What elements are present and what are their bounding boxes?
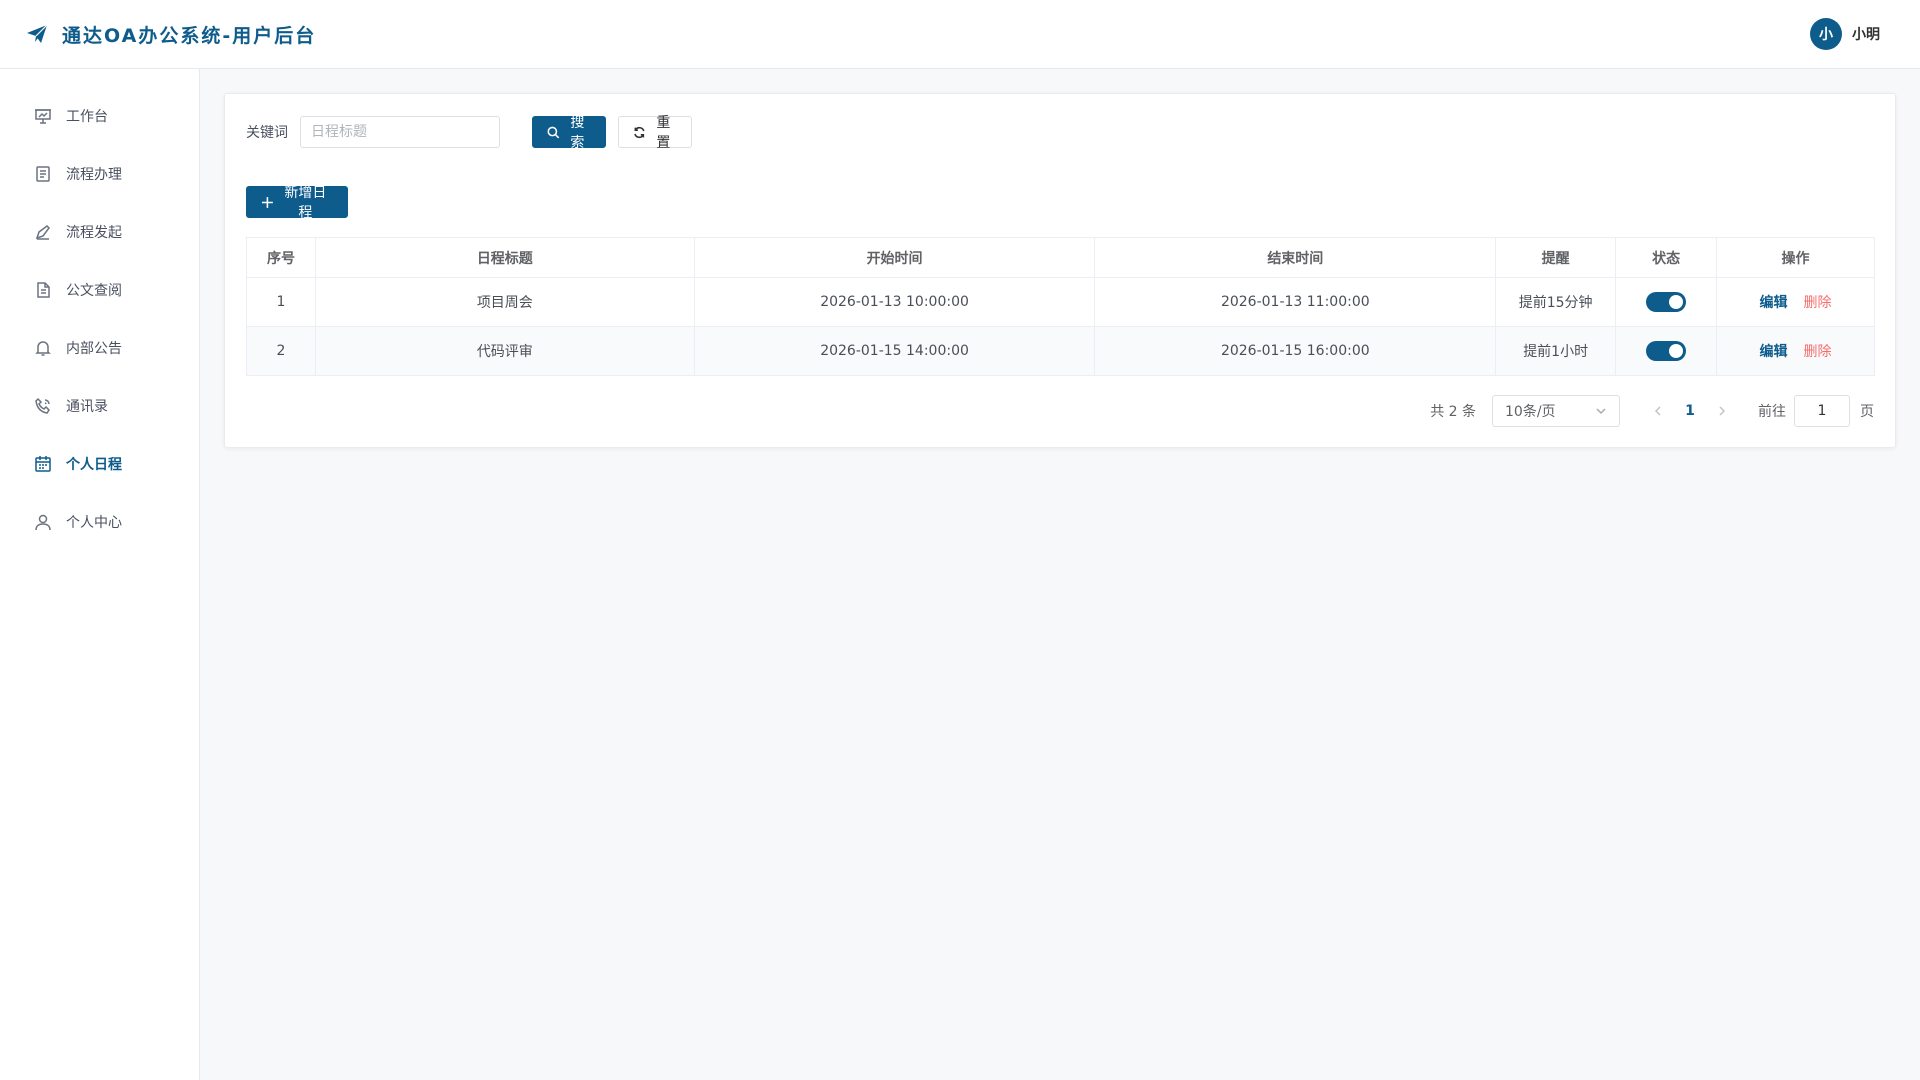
prev-page-button[interactable]	[1644, 395, 1672, 427]
sidebar-item-contacts[interactable]: 通讯录	[0, 377, 199, 435]
cell-end: 2026-01-15 16:00:00	[1094, 326, 1497, 376]
sidebar-item-label: 内部公告	[66, 341, 122, 357]
column-header-actions: 操作	[1716, 237, 1875, 278]
cell-remind: 提前1小时	[1495, 326, 1617, 376]
chevron-left-icon	[1654, 406, 1661, 416]
toggle-knob	[1669, 344, 1684, 358]
bell-icon	[35, 341, 51, 356]
goto-page-input[interactable]	[1794, 395, 1850, 427]
delete-link[interactable]: 删除	[1804, 295, 1832, 311]
sidebar-item-documents[interactable]: 公文查阅	[0, 261, 199, 319]
sidebar-item-label: 个人日程	[66, 457, 122, 473]
sidebar-item-label: 流程发起	[66, 225, 122, 241]
presentation-icon	[35, 109, 51, 124]
top-header: 通达OA办公系统-用户后台 小 小明	[0, 0, 1920, 69]
paper-plane-icon	[27, 24, 48, 43]
sidebar-item-announcements[interactable]: 内部公告	[0, 319, 199, 377]
search-bar: 关键词 搜索 重置	[246, 115, 692, 151]
schedule-table: 序号 日程标题 开始时间 结束时间 提醒 状态 操作 1 项目周会 2026-0…	[246, 237, 1875, 376]
cell-actions: 编辑 删除	[1716, 277, 1875, 327]
page-unit-label: 页	[1860, 404, 1874, 420]
sidebar: 工作台 流程办理 流程发起 公文查阅 内部公告 通讯录 个人日程 个人中心	[0, 69, 200, 1080]
cell-index: 1	[246, 277, 316, 327]
reset-button[interactable]: 重置	[618, 115, 692, 151]
keyword-input[interactable]	[300, 116, 500, 148]
cell-title: 代码评审	[314, 326, 695, 376]
sidebar-item-label: 个人中心	[66, 515, 122, 531]
table-row: 2 代码评审 2026-01-15 14:00:00 2026-01-15 16…	[246, 326, 1875, 376]
page-size-select[interactable]: 10条/页	[1492, 395, 1620, 427]
sidebar-item-workbench[interactable]: 工作台	[0, 87, 199, 145]
search-icon	[547, 126, 560, 138]
user-name[interactable]: 小明	[1852, 24, 1880, 44]
search-button[interactable]: 搜索	[532, 115, 606, 151]
cell-remind: 提前15分钟	[1495, 277, 1617, 327]
pen-icon	[35, 225, 50, 240]
sidebar-item-process-handle[interactable]: 流程办理	[0, 145, 199, 203]
chevron-down-icon	[1596, 408, 1606, 415]
sidebar-item-profile[interactable]: 个人中心	[0, 493, 199, 551]
schedule-card: 关键词 搜索 重置 新增日程 序号 日程标题 开始时间 结束时间 提醒 状态 操…	[224, 93, 1896, 448]
pagination-total: 共 2 条	[1430, 404, 1476, 420]
keyword-label: 关键词	[246, 125, 288, 141]
sidebar-item-label: 流程办理	[66, 167, 122, 183]
column-header-status: 状态	[1615, 237, 1718, 278]
user-icon	[35, 514, 51, 531]
page-size-value: 10条/页	[1505, 404, 1556, 420]
add-schedule-button[interactable]: 新增日程	[246, 185, 348, 221]
edit-link[interactable]: 编辑	[1760, 295, 1788, 311]
chevron-right-icon	[1719, 406, 1726, 416]
add-schedule-label: 新增日程	[284, 185, 327, 221]
sidebar-item-label: 通讯录	[66, 399, 108, 415]
sidebar-item-label: 公文查阅	[66, 283, 122, 299]
cell-index: 2	[246, 326, 316, 376]
user-menu[interactable]: 小 小明	[1810, 18, 1880, 50]
cell-title: 项目周会	[314, 277, 695, 327]
document-icon	[36, 166, 50, 182]
goto-label: 前往	[1758, 404, 1786, 420]
toggle-knob	[1669, 295, 1684, 309]
sidebar-item-process-start[interactable]: 流程发起	[0, 203, 199, 261]
table-header-row: 序号 日程标题 开始时间 结束时间 提醒 状态 操作	[246, 237, 1875, 278]
cell-end: 2026-01-13 11:00:00	[1094, 277, 1497, 327]
table-row: 1 项目周会 2026-01-13 10:00:00 2026-01-13 11…	[246, 277, 1875, 327]
next-page-button[interactable]	[1708, 395, 1736, 427]
status-toggle[interactable]	[1646, 292, 1687, 312]
column-header-end: 结束时间	[1094, 237, 1497, 278]
file-icon	[37, 282, 50, 298]
reset-button-label: 重置	[656, 115, 671, 151]
cell-start: 2026-01-13 10:00:00	[693, 277, 1096, 327]
page-number-current[interactable]: 1	[1672, 403, 1708, 419]
avatar[interactable]: 小	[1810, 18, 1842, 50]
edit-link[interactable]: 编辑	[1760, 344, 1788, 360]
column-header-title: 日程标题	[314, 237, 695, 278]
search-button-label: 搜索	[570, 115, 585, 151]
column-header-start: 开始时间	[693, 237, 1096, 278]
refresh-icon	[634, 126, 645, 138]
calendar-icon	[35, 456, 51, 472]
delete-link[interactable]: 删除	[1804, 344, 1832, 360]
cell-actions: 编辑 删除	[1716, 326, 1875, 376]
pagination: 共 2 条 10条/页 1 前往 页	[1430, 395, 1874, 427]
status-toggle[interactable]	[1646, 341, 1687, 361]
cell-status	[1615, 326, 1718, 376]
app-title: 通达OA办公系统-用户后台	[62, 24, 317, 47]
column-header-remind: 提醒	[1495, 237, 1617, 278]
sidebar-item-schedule[interactable]: 个人日程	[0, 435, 199, 493]
column-header-index: 序号	[246, 237, 316, 278]
sidebar-item-label: 工作台	[66, 109, 108, 125]
plus-icon	[261, 196, 273, 208]
phone-icon	[35, 397, 50, 414]
cell-start: 2026-01-15 14:00:00	[693, 326, 1096, 376]
cell-status	[1615, 277, 1718, 327]
brand: 通达OA办公系统-用户后台	[26, 21, 316, 48]
